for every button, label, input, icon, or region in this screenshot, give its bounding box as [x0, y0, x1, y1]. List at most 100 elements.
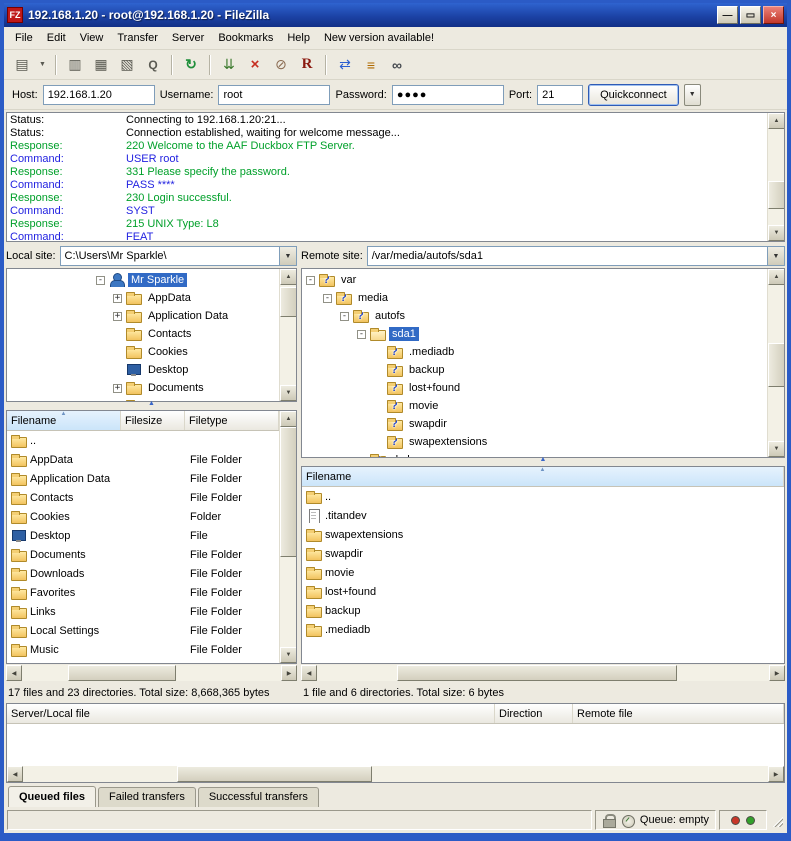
- file-row[interactable]: ? ..: [302, 487, 784, 506]
- file-row[interactable]: ? swapextensions: [302, 525, 784, 544]
- toolbar-separator[interactable]: [325, 55, 327, 75]
- password-input[interactable]: [392, 85, 504, 105]
- scrollbar-thumb[interactable]: [280, 427, 296, 557]
- refresh-icon[interactable]: ↻: [179, 53, 203, 77]
- file-row[interactable]: ? lost+found: [302, 582, 784, 601]
- scroll-down-icon[interactable]: ▼: [768, 225, 785, 241]
- file-row[interactable]: ? swapdir: [302, 544, 784, 563]
- menu-edit[interactable]: Edit: [40, 28, 73, 48]
- menu-new-version[interactable]: New version available!: [317, 28, 441, 48]
- tab-queued-files[interactable]: Queued files: [8, 786, 96, 807]
- file-row[interactable]: ? Documents File Folder: [7, 545, 279, 564]
- tree-item[interactable]: ? Cookies: [7, 343, 279, 361]
- remote-horizontal-scrollbar[interactable]: ◀ ▶: [301, 665, 785, 681]
- file-row[interactable]: ? AppData File Folder: [7, 450, 279, 469]
- tree-item[interactable]: - ? var: [302, 271, 767, 289]
- tree-item[interactable]: ? lost+found: [302, 379, 767, 397]
- toolbar-separator[interactable]: [55, 55, 57, 75]
- expander-icon[interactable]: +: [113, 312, 122, 321]
- scroll-left-icon[interactable]: ◀: [301, 665, 317, 681]
- tree-item[interactable]: ? movie: [302, 397, 767, 415]
- toggle-queue-icon[interactable]: Q: [141, 53, 165, 77]
- scrollbar-thumb[interactable]: [768, 181, 785, 209]
- port-input[interactable]: [537, 85, 583, 105]
- column-header-server-local-file[interactable]: Server/Local file: [7, 704, 495, 723]
- file-row[interactable]: ? .mediadb: [302, 620, 784, 639]
- tree-item[interactable]: + ? Application Data: [7, 307, 279, 325]
- scrollbar-thumb[interactable]: [397, 665, 677, 681]
- tree-item[interactable]: ? Desktop: [7, 361, 279, 379]
- lock-icon[interactable]: [602, 814, 615, 827]
- menu-server[interactable]: Server: [165, 28, 211, 48]
- scroll-right-icon[interactable]: ▶: [769, 665, 785, 681]
- menu-file[interactable]: File: [8, 28, 40, 48]
- file-row[interactable]: ? backup: [302, 601, 784, 620]
- column-header-filesize[interactable]: Filesize: [121, 411, 185, 430]
- scrollbar-thumb[interactable]: [768, 343, 785, 387]
- tree-item[interactable]: - ? Mr Sparkle: [7, 271, 279, 289]
- file-row[interactable]: ? .titandev: [302, 506, 784, 525]
- menu-view[interactable]: View: [73, 28, 111, 48]
- toolbar-separator[interactable]: [171, 55, 173, 75]
- tree-item[interactable]: - ? sda1: [302, 325, 767, 343]
- expander-icon[interactable]: +: [113, 384, 122, 393]
- file-row[interactable]: ? movie: [302, 563, 784, 582]
- expander-icon[interactable]: -: [323, 294, 332, 303]
- local-site-combobox[interactable]: C:\Users\Mr Sparkle\ ▼: [60, 246, 297, 266]
- tree-item[interactable]: ? backup: [302, 361, 767, 379]
- site-manager-dropdown-icon[interactable]: ▼: [36, 53, 49, 77]
- tab-failed-transfers[interactable]: Failed transfers: [98, 787, 196, 807]
- local-file-list[interactable]: ? .. ? AppData: [7, 431, 279, 663]
- speed-limits-icon[interactable]: [621, 814, 634, 827]
- scroll-up-icon[interactable]: ▲: [768, 113, 785, 129]
- scrollbar-thumb[interactable]: [68, 665, 176, 681]
- menu-help[interactable]: Help: [280, 28, 317, 48]
- expander-icon[interactable]: -: [96, 276, 105, 285]
- tree-item[interactable]: ? .mediadb: [302, 343, 767, 361]
- file-row[interactable]: ? Cookies Folder: [7, 507, 279, 526]
- scroll-down-icon[interactable]: ▼: [280, 647, 296, 663]
- resize-grip[interactable]: [770, 814, 783, 827]
- tree-item[interactable]: ? dvd: [302, 451, 767, 457]
- toggle-local-tree-icon[interactable]: ▦: [89, 53, 113, 77]
- scroll-left-icon[interactable]: ◀: [7, 766, 23, 782]
- directory-comparison-icon[interactable]: ⇄: [333, 53, 357, 77]
- minimize-button[interactable]: —: [717, 6, 738, 24]
- expander-icon[interactable]: -: [340, 312, 349, 321]
- dropdown-icon[interactable]: ▼: [767, 247, 784, 265]
- quickconnect-button[interactable]: Quickconnect: [588, 84, 679, 106]
- file-row[interactable]: ? Downloads File Folder: [7, 564, 279, 583]
- local-tree-scrollbar[interactable]: ▲ ▼: [279, 269, 296, 401]
- cancel-icon[interactable]: ×: [243, 53, 267, 77]
- column-header-filetype[interactable]: Filetype: [185, 411, 279, 430]
- file-row[interactable]: ? Contacts File Folder: [7, 488, 279, 507]
- local-list-scrollbar[interactable]: ▲ ▼: [279, 411, 296, 663]
- remote-file-list[interactable]: ? .. ? .titandev: [302, 487, 784, 663]
- file-row[interactable]: ? Application Data File Folder: [7, 469, 279, 488]
- tree-item[interactable]: ? swapextensions: [302, 433, 767, 451]
- toggle-remote-tree-icon[interactable]: ▧: [115, 53, 139, 77]
- file-row[interactable]: ? Music File Folder: [7, 640, 279, 659]
- tree-item[interactable]: - ? media: [302, 289, 767, 307]
- log-vertical-scrollbar[interactable]: ▲ ▼: [767, 113, 784, 241]
- find-files-icon[interactable]: ∞: [385, 53, 409, 77]
- reconnect-icon[interactable]: R: [295, 53, 319, 77]
- queue-body[interactable]: [7, 724, 784, 766]
- remote-site-combobox[interactable]: /var/media/autofs/sda1 ▼: [367, 246, 785, 266]
- disconnect-icon[interactable]: ⊘: [269, 53, 293, 77]
- remote-tree-scrollbar[interactable]: ▲ ▼: [767, 269, 784, 457]
- local-directory-tree[interactable]: - ? Mr Sparkle + ? AppData + ? Applicati…: [7, 269, 279, 401]
- tree-item[interactable]: + ? Documents: [7, 379, 279, 397]
- host-input[interactable]: [43, 85, 155, 105]
- maximize-button[interactable]: ▭: [740, 6, 761, 24]
- file-row[interactable]: ? Links File Folder: [7, 602, 279, 621]
- expander-icon[interactable]: -: [306, 276, 315, 285]
- column-header-filename[interactable]: Filename: [7, 411, 121, 430]
- tree-item[interactable]: + ? AppData: [7, 289, 279, 307]
- local-horizontal-scrollbar[interactable]: ◀ ▶: [6, 665, 297, 681]
- tree-item[interactable]: + ? Downloads: [7, 397, 279, 401]
- column-header-remote-file[interactable]: Remote file: [573, 704, 784, 723]
- file-row[interactable]: ? ..: [7, 431, 279, 450]
- file-row[interactable]: ? Desktop File: [7, 526, 279, 545]
- scroll-down-icon[interactable]: ▼: [280, 385, 297, 401]
